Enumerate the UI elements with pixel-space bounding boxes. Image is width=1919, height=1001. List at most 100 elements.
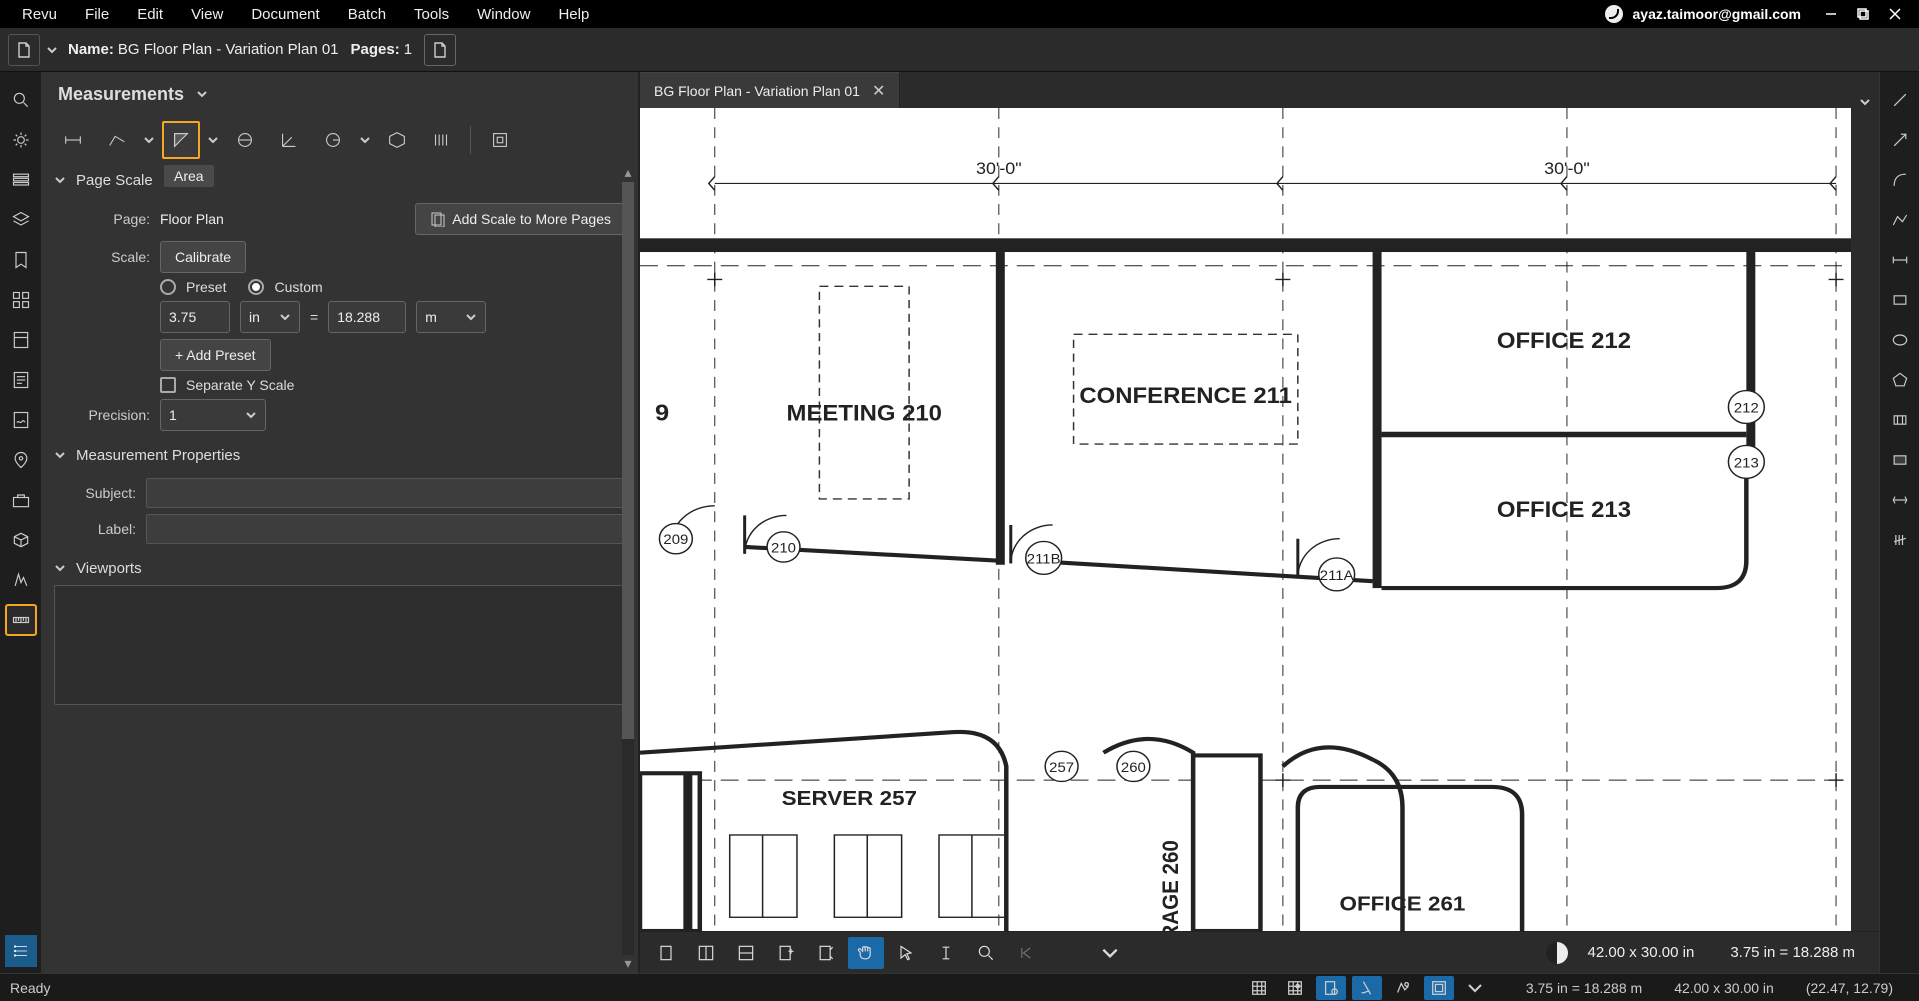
text-select-tool[interactable] xyxy=(928,937,964,969)
menu-document[interactable]: Document xyxy=(237,6,333,23)
properties-icon[interactable] xyxy=(5,364,37,396)
add-preset-button[interactable]: + Add Preset xyxy=(160,339,271,371)
subject-input[interactable] xyxy=(146,478,626,508)
page-scale-text: 3.75 in = 18.288 m xyxy=(1714,944,1871,961)
page-fit-view[interactable] xyxy=(808,937,844,969)
scale-in-value-input[interactable] xyxy=(160,301,230,333)
panel-dropdown-icon[interactable] xyxy=(196,84,208,105)
count-tool[interactable] xyxy=(422,121,460,159)
svg-text:RAGE 260: RAGE 260 xyxy=(1158,840,1183,931)
panel-scrollbar[interactable]: ▴ ▾ xyxy=(620,164,636,973)
scale-out-value-input[interactable] xyxy=(328,301,406,333)
minimize-button[interactable] xyxy=(1815,4,1847,24)
polylength-tool[interactable] xyxy=(98,121,136,159)
menu-view[interactable]: View xyxy=(177,6,237,23)
gear-icon[interactable] xyxy=(5,124,37,156)
dimension-tool-icon[interactable] xyxy=(1885,245,1915,275)
calibrate-button[interactable]: Calibrate xyxy=(160,241,246,273)
perimeter-icon[interactable] xyxy=(1885,485,1915,515)
dimmer-icon[interactable] xyxy=(1546,942,1568,964)
rectangle-tool-icon[interactable] xyxy=(1885,285,1915,315)
open-doc-dropdown[interactable] xyxy=(44,44,60,56)
snap-markup-toggle[interactable] xyxy=(1352,976,1382,1000)
page-nav-dropdown[interactable] xyxy=(1092,937,1128,969)
signatures-icon[interactable] xyxy=(5,404,37,436)
count-right-icon[interactable] xyxy=(1885,525,1915,555)
grid-icon[interactable] xyxy=(5,284,37,316)
first-page[interactable] xyxy=(1008,937,1044,969)
label-input[interactable] xyxy=(146,514,626,544)
radius-dropdown[interactable] xyxy=(358,134,372,146)
precision-select[interactable]: 1 xyxy=(160,399,266,431)
search-icon[interactable] xyxy=(5,84,37,116)
viewports-collapse[interactable] xyxy=(54,561,66,577)
polyline-tool-icon[interactable] xyxy=(1885,205,1915,235)
tab-close-icon[interactable]: ✕ xyxy=(872,81,885,101)
open-doc-button[interactable] xyxy=(8,34,40,66)
scale-in-unit-select[interactable]: in xyxy=(240,301,300,333)
quantity-icon[interactable] xyxy=(5,564,37,596)
page-scale-collapse[interactable] xyxy=(54,173,66,189)
select-tool[interactable] xyxy=(888,937,924,969)
split-vertical-view[interactable] xyxy=(688,937,724,969)
panel-toggle-button[interactable] xyxy=(5,935,37,967)
preset-radio[interactable] xyxy=(160,279,176,295)
page-add-view[interactable] xyxy=(768,937,804,969)
menu-file[interactable]: File xyxy=(71,6,123,23)
menu-help[interactable]: Help xyxy=(544,6,603,23)
pan-tool[interactable] xyxy=(848,937,884,969)
viewports-list[interactable] xyxy=(54,585,626,705)
area-right-icon[interactable] xyxy=(1885,445,1915,475)
menu-edit[interactable]: Edit xyxy=(123,6,177,23)
reuse-toggle[interactable] xyxy=(1388,976,1418,1000)
new-page-button[interactable] xyxy=(424,34,456,66)
angle-tool[interactable] xyxy=(270,121,308,159)
area-tool[interactable]: Area xyxy=(162,121,200,159)
maximize-button[interactable] xyxy=(1847,4,1879,24)
ellipse-tool-icon[interactable] xyxy=(1885,325,1915,355)
form-icon[interactable] xyxy=(5,324,37,356)
menu-window[interactable]: Window xyxy=(463,6,544,23)
toolbox-icon[interactable] xyxy=(5,484,37,516)
zoom-tool[interactable] xyxy=(968,937,1004,969)
close-button[interactable] xyxy=(1879,4,1911,24)
measurements-icon[interactable] xyxy=(5,604,37,636)
arc-tool-icon[interactable] xyxy=(1885,165,1915,195)
diameter-tool[interactable] xyxy=(226,121,264,159)
measurement-props-collapse[interactable] xyxy=(54,448,66,464)
location-icon[interactable] xyxy=(5,444,37,476)
menu-batch[interactable]: Batch xyxy=(334,6,400,23)
sync-toggle[interactable] xyxy=(1424,976,1454,1000)
document-tab[interactable]: BG Floor Plan - Variation Plan 01 ✕ xyxy=(640,72,900,108)
separate-y-checkbox[interactable] xyxy=(160,377,176,393)
radius-tool[interactable] xyxy=(314,121,352,159)
snap-content-toggle[interactable] xyxy=(1316,976,1346,1000)
user-email[interactable]: ayaz.taimoor@gmail.com xyxy=(1633,6,1801,22)
3d-icon[interactable] xyxy=(5,524,37,556)
single-page-view[interactable] xyxy=(648,937,684,969)
bookmark-icon[interactable] xyxy=(5,244,37,276)
add-scale-button[interactable]: Add Scale to More Pages xyxy=(415,203,626,235)
tab-dropdown[interactable] xyxy=(1851,96,1879,108)
area-dropdown[interactable] xyxy=(206,134,220,146)
split-horizontal-view[interactable] xyxy=(728,937,764,969)
svg-text:211A: 211A xyxy=(1320,568,1354,583)
polylength-right-icon[interactable] xyxy=(1885,405,1915,435)
menu-tools[interactable]: Tools xyxy=(400,6,463,23)
snap-grid-toggle[interactable] xyxy=(1280,976,1310,1000)
scale-out-unit-select[interactable]: m xyxy=(416,301,486,333)
grid-toggle[interactable] xyxy=(1244,976,1274,1000)
volume-tool[interactable] xyxy=(378,121,416,159)
drawing-canvas[interactable]: 30'-0" 30'-0" xyxy=(640,108,1879,931)
cutout-tool[interactable] xyxy=(481,121,519,159)
layers-icon[interactable] xyxy=(5,204,37,236)
length-tool[interactable] xyxy=(54,121,92,159)
arrow-tool-icon[interactable] xyxy=(1885,125,1915,155)
polygon-tool-icon[interactable] xyxy=(1885,365,1915,395)
polylength-dropdown[interactable] xyxy=(142,134,156,146)
custom-radio[interactable] xyxy=(248,279,264,295)
thumbnails-icon[interactable] xyxy=(5,164,37,196)
menu-revu[interactable]: Revu xyxy=(8,6,71,23)
sync-dropdown[interactable] xyxy=(1460,976,1490,1000)
line-tool-icon[interactable] xyxy=(1885,85,1915,115)
